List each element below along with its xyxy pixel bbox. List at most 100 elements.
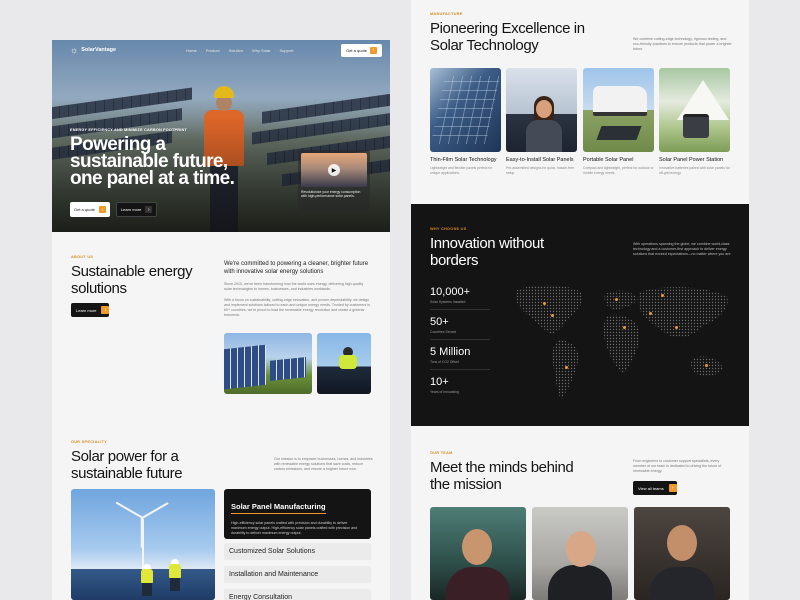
why-intro: With operations spanning the globe, we c… [633, 242, 732, 256]
about-para-1: Since 2010, we've been transforming how … [224, 282, 364, 291]
view-all-teams-button[interactable]: View all teams › [633, 481, 677, 495]
products-intro: We combine cutting-edge technology, rigo… [633, 37, 732, 51]
why-eyebrow: WHY CHOOSE US [430, 227, 467, 231]
location-pin-icon[interactable] [543, 302, 546, 305]
service-item-consultation[interactable]: Energy Consultation [224, 589, 371, 600]
service-active-desc: High-efficiency solar panels crafted wit… [231, 521, 358, 535]
video-thumbnail: ▶ [301, 153, 367, 187]
stat-systems-installed: 10,000+ Solar Systems Installed [430, 286, 490, 310]
brand-logo[interactable]: ☼ SolarVantage [70, 44, 117, 55]
about-para-2: With a focus on sustainability, cutting-… [224, 298, 371, 317]
landing-page-right: MANUFACTURE Pioneering Excellence in Sol… [411, 0, 749, 600]
stat-label: Tons of CO2 Offset [430, 360, 459, 364]
chevron-right-icon: › [145, 206, 153, 213]
products-eyebrow: MANUFACTURE [430, 12, 463, 16]
hero-eyebrow: ENERGY EFFICIENCY AND MINIMIZE CARBON FO… [70, 128, 187, 132]
team-member-photo[interactable] [532, 507, 628, 600]
team-member-photo[interactable] [430, 507, 526, 600]
about-title: Sustainable energy solutions [71, 263, 193, 297]
product-card-easy-install[interactable]: Easy-to-Install Solar Panels Pre-assembl… [506, 68, 577, 175]
service-item-installation[interactable]: Installation and Maintenance [224, 566, 371, 583]
video-caption: Revolutionize your energy consumption wi… [301, 190, 361, 198]
stat-number: 10+ [430, 376, 449, 388]
location-pin-icon[interactable] [675, 326, 678, 329]
team-intro: From engineers to customer support speci… [633, 459, 722, 473]
stat-number: 5 Million [430, 346, 471, 358]
portable-panel-image [583, 68, 654, 152]
world-map-dots [515, 284, 728, 400]
nav-link-why-solar[interactable]: Why Solar [252, 48, 270, 53]
hero-title: Powering a sustainable future, one panel… [70, 134, 235, 189]
hero-learn-more-label: Learn more [120, 207, 142, 212]
rooftop-installer-image [317, 333, 371, 394]
about-learn-more-label: Learn more [76, 307, 97, 313]
stat-co2-offset: 5 Million Tons of CO2 Offset [430, 346, 490, 370]
about-learn-more-button[interactable]: Learn more › [71, 303, 110, 317]
hero-video-card[interactable]: ▶ Revolutionize your energy consumption … [298, 150, 370, 210]
nav-links: Home Product Solution Why Solar Support [186, 48, 293, 53]
stat-number: 50+ [430, 316, 449, 328]
service-item-customized[interactable]: Customized Solar Solutions [224, 543, 371, 560]
top-nav: ☼ SolarVantage Home Product Solution Why… [52, 40, 390, 60]
specialty-title: Solar power for a sustainable future [71, 448, 183, 482]
team-eyebrow: OUR TEAM [430, 451, 453, 455]
location-pin-icon[interactable] [649, 312, 652, 315]
product-name: Portable Solar Panel [583, 157, 634, 163]
nav-link-solution[interactable]: Solution [229, 48, 243, 53]
product-desc: Compact and lightweight, perfect for out… [583, 166, 654, 175]
easy-install-image [506, 68, 577, 152]
team-title: Meet the minds behind the mission [430, 459, 574, 493]
product-name: Solar Panel Power Station [659, 157, 724, 163]
product-name: Thin-Film Solar Technology [430, 157, 497, 163]
nav-quote-label: Get a quote [346, 47, 367, 53]
play-icon[interactable]: ▶ [328, 164, 340, 176]
products-title: Pioneering Excellence in Solar Technolog… [430, 20, 585, 54]
product-card-thin-film[interactable]: Thin-Film Solar Technology Lightweight a… [430, 68, 501, 175]
thin-film-panel-image [430, 68, 501, 152]
specialty-intro: Our mission is to empower businesses, ho… [274, 457, 373, 471]
chevron-right-icon: › [98, 206, 106, 213]
about-eyebrow: ABOUT US [71, 255, 94, 259]
product-card-portable[interactable]: Portable Solar Panel Compact and lightwe… [583, 68, 654, 175]
product-desc: Lightweight and flexible panels perfect … [430, 166, 493, 175]
location-pin-icon[interactable] [623, 326, 626, 329]
hero-quote-button[interactable]: Get a quote › [70, 202, 110, 217]
hero-quote-label: Get a quote [74, 207, 95, 212]
stat-years-innovating: 10+ Years of Innovating [430, 376, 490, 399]
why-choose-us-section: WHY CHOOSE US Innovation without borders… [411, 204, 749, 426]
power-station-image [659, 68, 730, 152]
nav-link-product[interactable]: Product [206, 48, 220, 53]
service-card-active[interactable]: Solar Panel Manufacturing High-efficienc… [224, 489, 371, 539]
brand-name: SolarVantage [81, 47, 117, 53]
location-pin-icon[interactable] [615, 298, 618, 301]
nav-quote-button[interactable]: Get a quote › [341, 43, 382, 57]
stat-label: Years of Innovating [430, 390, 459, 394]
chevron-right-icon: › [668, 484, 677, 492]
stat-countries-served: 50+ Countries Served [430, 316, 490, 340]
stat-label: Solar Systems Installed [430, 300, 466, 304]
service-active-title: Solar Panel Manufacturing [231, 502, 326, 514]
product-name: Easy-to-Install Solar Panels [506, 157, 574, 163]
solar-farm-image [224, 333, 312, 394]
team-member-photo[interactable] [634, 507, 730, 600]
location-pin-icon[interactable] [565, 366, 568, 369]
view-all-teams-label: View all teams [638, 485, 664, 491]
stat-label: Countries Served [430, 330, 457, 334]
hero-section: ☼ SolarVantage Home Product Solution Why… [52, 40, 390, 232]
sun-icon: ☼ [70, 44, 79, 55]
location-pin-icon[interactable] [705, 364, 708, 367]
stat-number: 10,000+ [430, 286, 471, 298]
nav-link-support[interactable]: Support [280, 48, 294, 53]
product-desc: Innovative batteries paired with solar p… [659, 166, 730, 175]
nav-link-home[interactable]: Home [186, 48, 197, 53]
product-card-power-station[interactable]: Solar Panel Power Station Innovative bat… [659, 68, 730, 175]
chevron-right-icon: › [101, 306, 110, 314]
location-pin-icon[interactable] [661, 294, 664, 297]
wind-turbine-image [71, 489, 215, 600]
location-pin-icon[interactable] [551, 314, 554, 317]
hero-learn-more-button[interactable]: Learn more › [115, 202, 158, 217]
world-map [507, 280, 741, 408]
product-desc: Pre-assembled designs for quick, hassle-… [506, 166, 574, 175]
specialty-eyebrow: OUR SPECIALITY [71, 440, 108, 444]
chevron-right-icon: › [370, 46, 377, 54]
